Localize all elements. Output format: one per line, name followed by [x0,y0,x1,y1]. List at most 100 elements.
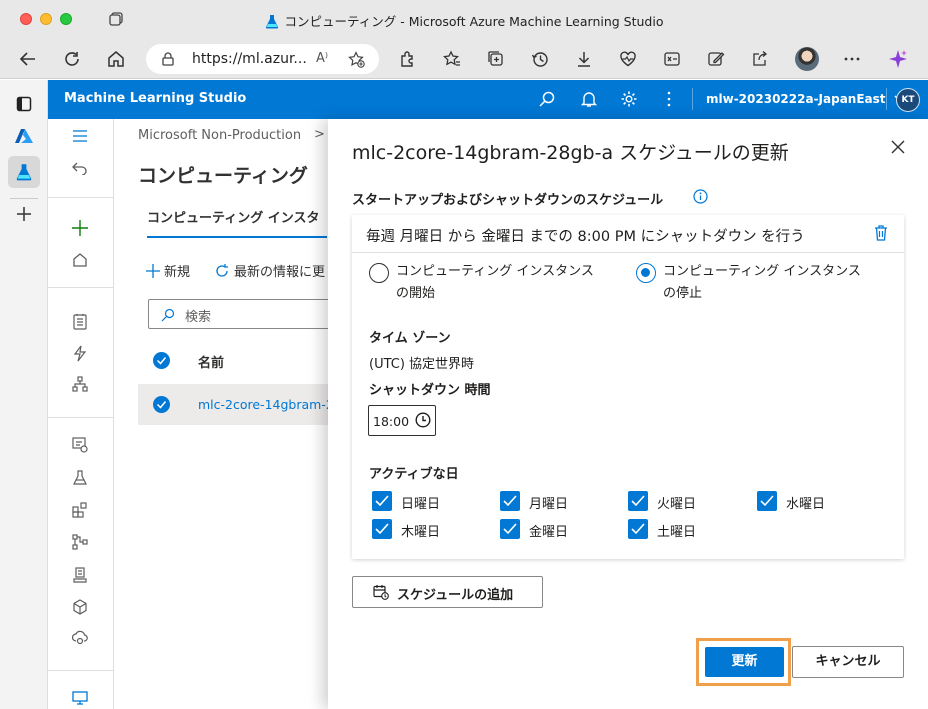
day-checkbox[interactable] [500,519,520,539]
environments-icon[interactable] [71,566,89,584]
data-icon[interactable] [71,436,89,454]
checkmark-icon [375,523,389,535]
checkmark-icon [631,495,645,507]
day-checkbox-label: 火曜日 [657,497,697,512]
checkmark-icon [503,523,517,535]
search-placeholder: 検索 [185,310,212,325]
schedule-update-panel: mlc-2core-14gbram-28gb-a スケジュールの更新 スタートア… [328,119,928,709]
read-aloud-icon[interactable]: A⁾ [316,51,328,66]
undo-back-icon[interactable] [71,159,89,177]
azure-ml-tab-icon[interactable] [8,156,40,188]
notebooks-icon[interactable] [71,312,89,330]
create-new-plus-icon[interactable] [71,219,89,237]
refresh-button[interactable]: 最新の情報に更 [214,261,325,280]
schedule-section-label: スタートアップおよびシャットダウンのスケジュール [352,193,664,208]
address-bar[interactable]: https://ml.azur... A⁾ [146,44,379,74]
delete-trash-icon[interactable] [874,225,888,245]
home-nav-icon[interactable] [71,251,89,269]
compute-instance-link[interactable]: mlc-2core-14gbram-2 [198,397,334,412]
shutdown-time-value: 18:00 [373,414,410,429]
schedule-card: 毎週 月曜日 から 金曜日 までの 8:00 PM にシャットダウン を行う コ… [352,215,904,559]
share-icon[interactable] [750,49,770,69]
favorites-icon[interactable] [442,49,462,69]
studio-brand[interactable]: Machine Learning Studio [64,91,246,106]
health-heart-icon[interactable] [618,49,638,69]
day-checkbox[interactable] [500,491,520,511]
browser-toolbar: https://ml.azur... A⁾ [0,40,928,79]
shutdown-time-input[interactable]: 18:00 [368,405,436,436]
breadcrumb-separator: > [314,127,325,142]
extensions-icon[interactable] [398,49,418,69]
studio-header: Machine Learning Studio mlw-20230222a-Ja… [48,80,928,119]
download-icon[interactable] [574,49,594,69]
tab-compute-instances[interactable]: コンピューティング インスタ [147,207,320,226]
components-icon[interactable] [71,501,89,519]
day-checkbox[interactable] [628,491,648,511]
profile-avatar[interactable] [795,47,819,71]
compute-nav-icon[interactable] [71,689,89,707]
cancel-button[interactable]: キャンセル [792,646,904,678]
close-icon[interactable] [888,137,908,157]
day-checkbox[interactable] [757,491,777,511]
column-header-name[interactable]: 名前 [198,352,224,371]
pipelines-icon[interactable] [71,533,89,551]
schedule-summary: 毎週 月曜日 から 金曜日 までの 8:00 PM にシャットダウン を行う [366,229,805,245]
clock-icon[interactable] [415,412,431,432]
refresh-icon[interactable] [62,49,82,69]
history-icon[interactable] [530,49,550,69]
nav-divider [48,417,113,418]
workspace-name: mlw-20230222a-JapanEast [706,92,886,106]
tab-panel-icon[interactable] [8,88,40,120]
models-cube-icon[interactable] [71,598,89,616]
info-icon[interactable] [693,189,708,208]
shutdown-time-label: シャットダウン 時間 [369,383,491,398]
table-row[interactable]: mlc-2core-14gbram-2 [138,384,338,425]
url-text[interactable]: https://ml.azur... [192,51,307,67]
add-favorite-icon[interactable] [348,51,365,72]
collections-icon[interactable] [486,49,506,69]
day-checkbox[interactable] [372,491,392,511]
more-options-icon[interactable] [842,49,862,69]
home-icon[interactable] [106,49,126,69]
web-capture-icon[interactable] [706,49,726,69]
radio-start-label: コンピューティング インスタンス の開始 [396,261,594,305]
update-button[interactable]: 更新 [705,647,784,677]
checkmark-icon [375,495,389,507]
day-checkbox-label: 日曜日 [401,497,441,512]
designer-icon[interactable] [71,375,89,393]
math-solver-icon[interactable] [662,49,682,69]
new-button[interactable]: 新規 [146,261,190,280]
search-input[interactable]: 検索 [148,299,348,329]
jobs-flask-icon[interactable] [71,469,89,487]
day-checkbox[interactable] [372,519,392,539]
azure-logo-icon[interactable] [8,120,40,152]
copilot-sparkle-icon[interactable] [888,49,908,69]
timezone-value[interactable]: (UTC) 協定世界時 [369,353,474,372]
lock-icon [162,52,174,70]
schedule-card-header[interactable]: 毎週 月曜日 から 金曜日 までの 8:00 PM にシャットダウン を行う [352,215,904,253]
endpoints-icon[interactable] [71,629,89,647]
add-schedule-button[interactable]: スケジュールの追加 [352,576,543,608]
automated-ml-icon[interactable] [71,344,89,362]
new-button-label: 新規 [164,265,191,280]
radio-start-instance[interactable] [369,263,389,283]
search-icon[interactable] [538,90,556,112]
breadcrumb[interactable]: Microsoft Non-Production [138,128,301,143]
radio-stop-instance[interactable] [636,263,656,283]
back-arrow-icon[interactable] [18,49,38,69]
window-title: コンピューティング - Microsoft Azure Machine Lear… [0,11,928,32]
nav-divider [48,670,113,671]
hamburger-menu-icon[interactable] [71,127,89,145]
workspace-selector[interactable]: mlw-20230222a-JapanEast [706,92,908,106]
more-vertical-icon[interactable] [660,90,678,112]
day-checkbox-label: 月曜日 [529,497,569,512]
user-avatar[interactable]: KT [896,88,920,112]
notification-bell-icon[interactable] [580,90,598,112]
day-checkbox[interactable] [628,519,648,539]
day-checkbox-label: 金曜日 [529,525,569,540]
row-checkbox[interactable] [153,396,170,417]
settings-gear-icon[interactable] [620,90,638,112]
select-all-checkbox[interactable] [153,352,170,373]
add-tab-icon[interactable] [8,198,40,230]
checkmark-icon [631,523,645,535]
